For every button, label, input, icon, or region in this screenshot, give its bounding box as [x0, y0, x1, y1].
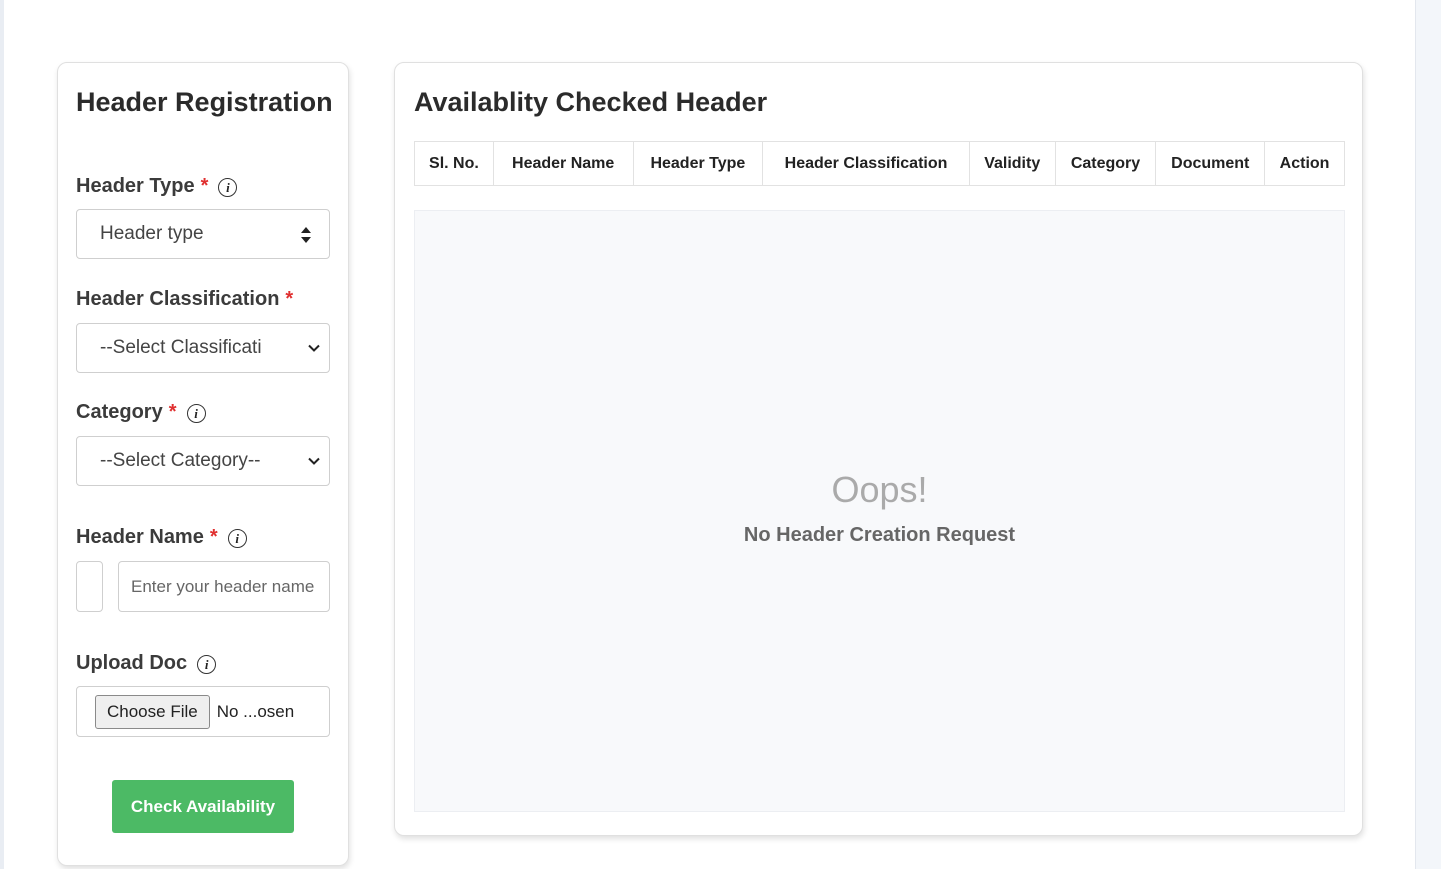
column-header: Sl. No. — [415, 142, 494, 185]
header-type-label-text: Header Type — [76, 175, 195, 197]
category-select[interactable]: --Select Category-- — [76, 436, 330, 486]
header-name-input[interactable] — [118, 561, 330, 612]
table-header: Sl. No. Header Name Header Type Header C… — [414, 141, 1345, 186]
empty-message: No Header Creation Request — [743, 524, 1016, 546]
upload-doc-label-text: Upload Doc — [76, 652, 188, 674]
column-header: Header Classification — [763, 142, 970, 185]
header-type-selected: Header type — [100, 223, 204, 244]
header-type-label: Header Type * i — [76, 175, 238, 198]
column-header: Header Name — [494, 142, 634, 185]
chevron-down-icon — [308, 457, 320, 465]
availability-card: Availablity Checked Header Sl. No. Heade… — [394, 62, 1363, 836]
column-header: Header Type — [634, 142, 764, 185]
category-label: Category * i — [76, 401, 206, 424]
column-header: Validity — [970, 142, 1056, 185]
registration-title: Header Registration — [76, 87, 333, 117]
column-header: Category — [1056, 142, 1157, 185]
header-type-select[interactable]: Header type — [76, 209, 330, 259]
required-mark: * — [168, 401, 177, 423]
header-classification-selected: --Select Classificati — [100, 337, 262, 358]
header-name-prefix — [76, 561, 103, 612]
info-icon[interactable]: i — [227, 529, 247, 548]
required-mark: * — [209, 526, 218, 548]
empty-title: Oops! — [831, 469, 928, 510]
header-registration-card: Header Registration Header Type * i Head… — [57, 62, 349, 866]
availability-title: Availablity Checked Header — [414, 87, 768, 117]
column-header: Document — [1156, 142, 1266, 185]
file-status: No ...osen — [216, 701, 295, 721]
header-classification-label: Header Classification * — [76, 288, 293, 311]
sort-caret-icon — [301, 227, 311, 243]
info-icon[interactable]: i — [218, 178, 238, 197]
upload-doc-field: Choose File No ...osen — [76, 686, 330, 737]
upload-doc-label: Upload Doc i — [76, 652, 217, 675]
chevron-down-icon — [308, 344, 320, 352]
required-mark: * — [200, 175, 209, 197]
required-mark: * — [285, 288, 294, 310]
right-scrollbar-rail[interactable] — [1415, 0, 1441, 869]
left-rail — [0, 0, 4, 869]
choose-file-button[interactable]: Choose File — [95, 694, 210, 729]
info-icon[interactable]: i — [186, 404, 206, 423]
header-classification-select[interactable]: --Select Classificati — [76, 323, 330, 373]
header-classification-label-text: Header Classification — [76, 288, 280, 310]
column-header: Action — [1279, 154, 1330, 172]
category-label-text: Category — [76, 401, 163, 423]
empty-state: Oops! No Header Creation Request — [414, 210, 1345, 812]
info-icon[interactable]: i — [197, 655, 217, 674]
check-availability-button[interactable]: Check Availability — [112, 780, 294, 833]
header-name-label-text: Header Name — [76, 526, 204, 548]
header-name-label: Header Name * i — [76, 526, 247, 549]
category-selected: --Select Category-- — [100, 450, 261, 471]
